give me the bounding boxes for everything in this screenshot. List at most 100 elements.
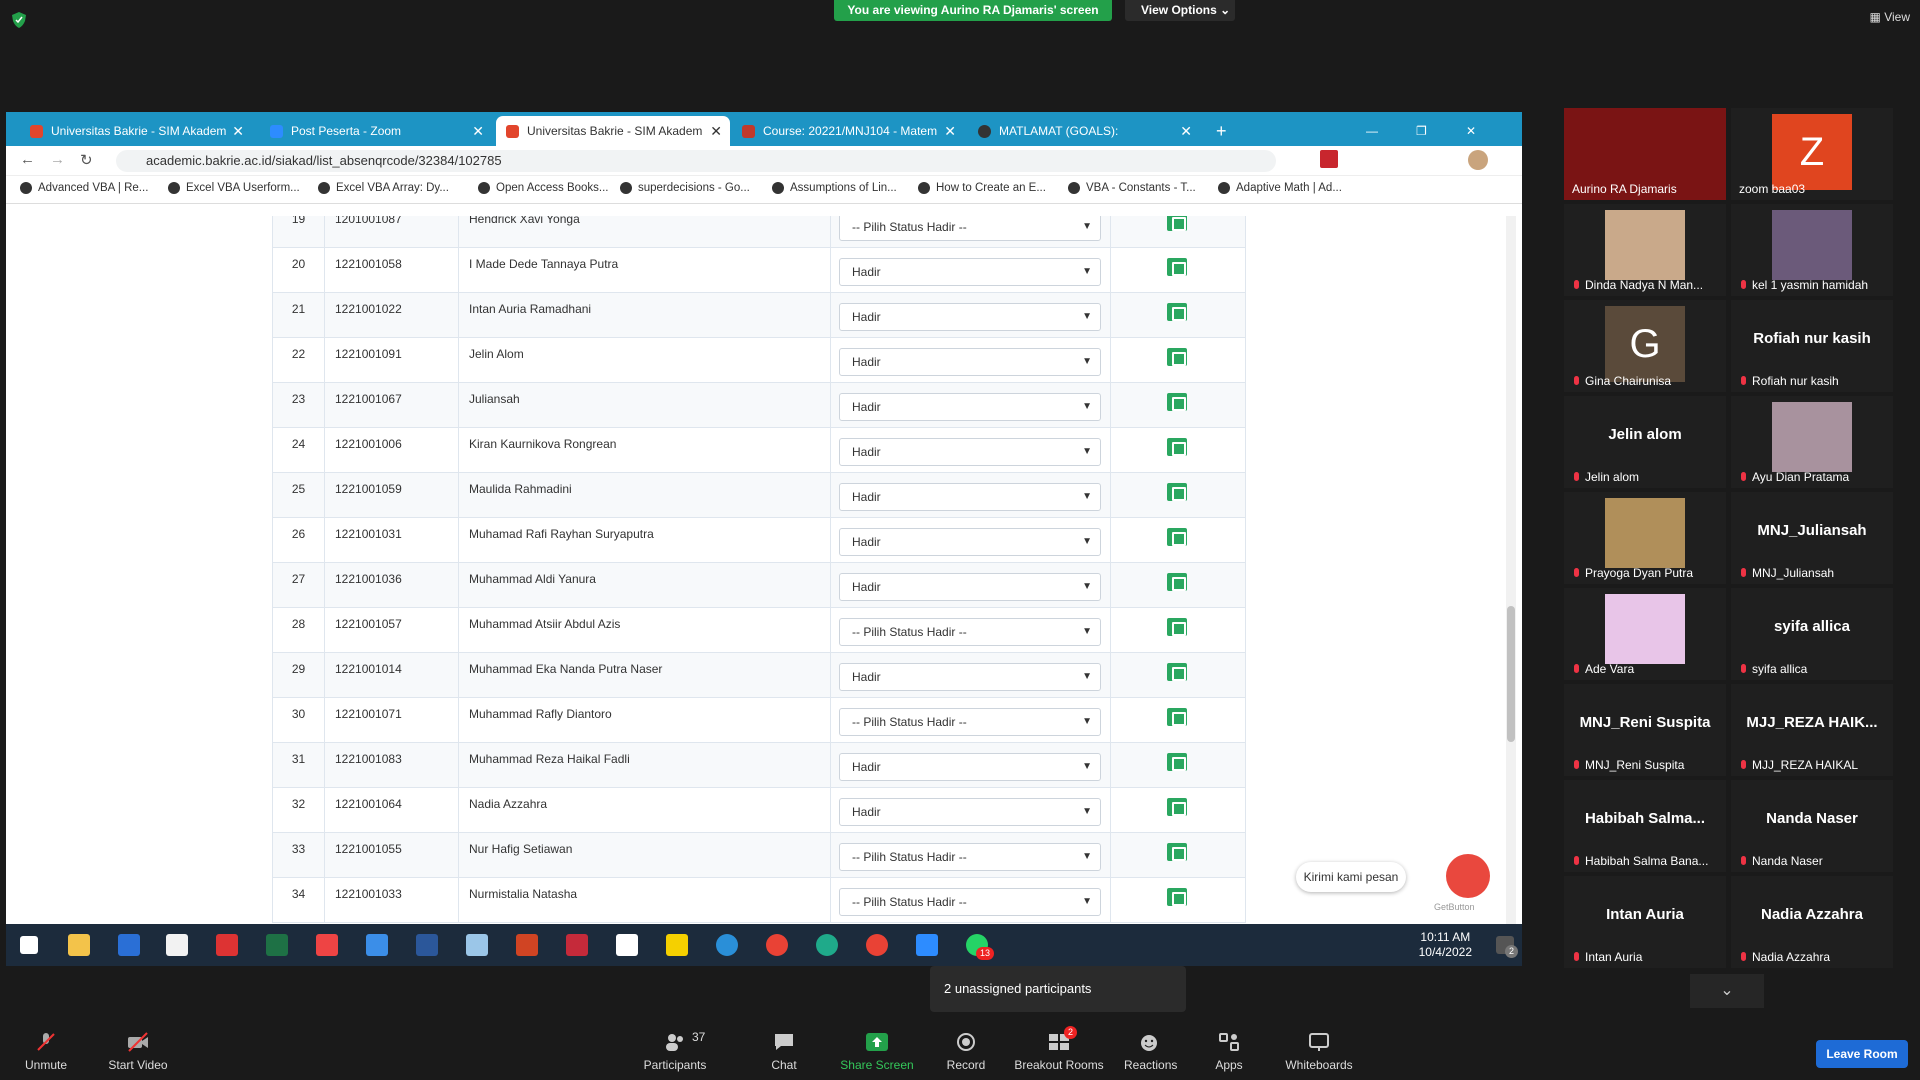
attendance-status-select[interactable]: Hadir ▼ (839, 528, 1101, 556)
reactions-button[interactable]: Reactions (1124, 1032, 1177, 1072)
attendance-status-select[interactable]: Hadir ▼ (839, 573, 1101, 601)
bookmark-item[interactable]: Adaptive Math | Ad... (1218, 182, 1342, 194)
bookmark-item[interactable]: superdecisions - Go... (620, 182, 750, 194)
participant-tile[interactable]: MJJ_REZA HAIK... MJJ_REZA HAIKAL (1731, 684, 1893, 776)
bookmark-item[interactable]: Assumptions of Lin... (772, 182, 897, 194)
extension-icon[interactable] (1320, 150, 1338, 168)
attendance-status-select[interactable]: Hadir ▼ (839, 348, 1101, 376)
file-explorer-icon[interactable] (68, 934, 90, 956)
save-icon[interactable] (1167, 348, 1187, 366)
powerpoint-icon[interactable] (516, 934, 538, 956)
chat-widget-label[interactable]: Kirimi kami pesan (1296, 862, 1406, 892)
gallery-next-page-icon[interactable]: ⌄ (1690, 974, 1764, 1008)
excel-icon[interactable] (266, 934, 288, 956)
page-scrollbar[interactable] (1506, 216, 1516, 956)
attendance-status-select[interactable]: Hadir ▼ (839, 663, 1101, 691)
chat-button[interactable]: Chat (766, 1032, 802, 1072)
browser-tab[interactable]: Post Peserta - Zoom ✕ (260, 116, 492, 146)
participant-tile[interactable]: kel 1 yasmin hamidah (1731, 204, 1893, 296)
attendance-status-select[interactable]: -- Pilih Status Hadir -- ▼ (839, 843, 1101, 871)
participant-tile[interactable]: G Gina Chairunisa (1564, 300, 1726, 392)
minimize-icon[interactable]: — (1356, 116, 1386, 146)
close-window-icon[interactable]: ✕ (1456, 116, 1486, 146)
app-icon[interactable] (216, 934, 238, 956)
close-tab-icon[interactable]: ✕ (232, 116, 244, 146)
chrome-icon[interactable] (866, 934, 888, 956)
save-icon[interactable] (1167, 483, 1187, 501)
close-tab-icon[interactable]: ✕ (472, 116, 484, 146)
participant-tile[interactable]: Ayu Dian Pratama (1731, 396, 1893, 488)
profile-avatar[interactable] (1468, 150, 1488, 170)
participant-tile[interactable]: syifa allica syifa allica (1731, 588, 1893, 680)
app-icon[interactable] (716, 934, 738, 956)
new-tab-icon[interactable]: + (1206, 116, 1236, 146)
participant-tile[interactable]: Prayoga Dyan Putra (1564, 492, 1726, 584)
bookmark-item[interactable]: Excel VBA Userform... (168, 182, 300, 194)
bookmark-item[interactable]: VBA - Constants - T... (1068, 182, 1196, 194)
whatsapp-icon[interactable]: 13 (966, 934, 994, 960)
url-field[interactable]: academic.bakrie.ac.id/siakad/list_absenq… (116, 150, 1276, 172)
participant-tile[interactable]: Rofiah nur kasih Rofiah nur kasih (1731, 300, 1893, 392)
security-shield-icon[interactable] (12, 12, 26, 28)
bookmark-item[interactable]: Excel VBA Array: Dy... (318, 182, 449, 194)
sticky-notes-icon[interactable] (666, 934, 688, 956)
chat-widget-button[interactable] (1446, 854, 1490, 898)
save-icon[interactable] (1167, 798, 1187, 816)
save-icon[interactable] (1167, 708, 1187, 726)
app-icon[interactable] (466, 934, 488, 956)
back-icon[interactable]: ← (20, 151, 35, 168)
browser-tab[interactable]: MATLAMAT (GOALS): ✕ (968, 116, 1200, 146)
restore-icon[interactable]: ❐ (1406, 116, 1436, 146)
attendance-status-select[interactable]: Hadir ▼ (839, 483, 1101, 511)
system-clock[interactable]: 10:11 AM 10/4/2022 (1419, 930, 1472, 960)
participant-tile[interactable]: MNJ_Juliansah MNJ_Juliansah (1731, 492, 1893, 584)
participants-button[interactable]: 37 Participants (640, 1030, 710, 1072)
mail-icon[interactable] (366, 934, 388, 956)
participant-tile[interactable]: Nanda Naser Nanda Naser (1731, 780, 1893, 872)
scrollbar-thumb[interactable] (1507, 606, 1515, 742)
save-icon[interactable] (1167, 843, 1187, 861)
apps-button[interactable]: Apps (1212, 1032, 1246, 1072)
browser-tab[interactable]: Course: 20221/MNJ104 - Matem ✕ (732, 116, 964, 146)
save-icon[interactable] (1167, 258, 1187, 276)
save-icon[interactable] (1167, 663, 1187, 681)
whiteboards-button[interactable]: Whiteboards (1284, 1032, 1354, 1072)
browser-tab-active[interactable]: Universitas Bakrie - SIM Akadem ✕ (496, 116, 730, 146)
windows-start-icon[interactable] (20, 936, 38, 954)
share-screen-button[interactable]: Share Screen (840, 1032, 914, 1072)
close-tab-icon[interactable]: ✕ (710, 116, 722, 146)
mendeley-icon[interactable] (566, 934, 588, 956)
leave-room-button[interactable]: Leave Room (1816, 1040, 1908, 1068)
app-icon[interactable] (316, 934, 338, 956)
record-button[interactable]: Record (944, 1032, 988, 1072)
save-icon[interactable] (1167, 573, 1187, 591)
participant-tile[interactable]: Jelin alom Jelin alom (1564, 396, 1726, 488)
bookmark-item[interactable]: Open Access Books... (478, 182, 609, 194)
attendance-status-select[interactable]: -- Pilih Status Hadir -- ▼ (839, 708, 1101, 736)
participant-tile[interactable]: Aurino RA Djamaris (1564, 108, 1726, 200)
browser-tab[interactable]: Universitas Bakrie - SIM Akadem ✕ (20, 116, 252, 146)
view-button[interactable]: ▦ View (1870, 10, 1910, 24)
participant-tile[interactable]: MNJ_Reni Suspita MNJ_Reni Suspita (1564, 684, 1726, 776)
attendance-status-select[interactable]: -- Pilih Status Hadir -- ▼ (839, 618, 1101, 646)
start-video-button[interactable]: Start Video (106, 1032, 170, 1072)
save-icon[interactable] (1167, 618, 1187, 636)
unassigned-participants-tooltip[interactable]: 2 unassigned participants (930, 966, 1186, 1012)
reload-icon[interactable]: ↻ (80, 151, 93, 169)
participant-tile[interactable]: Ade Vara (1564, 588, 1726, 680)
unmute-button[interactable]: Unmute (22, 1032, 70, 1072)
save-icon[interactable] (1167, 303, 1187, 321)
tradingview-icon[interactable] (616, 934, 638, 956)
participant-tile[interactable]: Zzoom baa03 (1731, 108, 1893, 200)
chrome-icon[interactable] (766, 934, 788, 956)
participant-tile[interactable]: Dinda Nadya N Man... (1564, 204, 1726, 296)
bookmark-item[interactable]: How to Create an E... (918, 182, 1046, 194)
participant-tile[interactable]: Habibah Salma... Habibah Salma Bana... (1564, 780, 1726, 872)
store-icon[interactable] (166, 934, 188, 956)
word-icon[interactable] (416, 934, 438, 956)
forward-icon[interactable]: → (50, 151, 65, 168)
save-icon[interactable] (1167, 753, 1187, 771)
bookmark-item[interactable]: Advanced VBA | Re... (20, 182, 148, 194)
attendance-status-select[interactable]: Hadir ▼ (839, 798, 1101, 826)
participant-tile[interactable]: Intan Auria Intan Auria (1564, 876, 1726, 968)
